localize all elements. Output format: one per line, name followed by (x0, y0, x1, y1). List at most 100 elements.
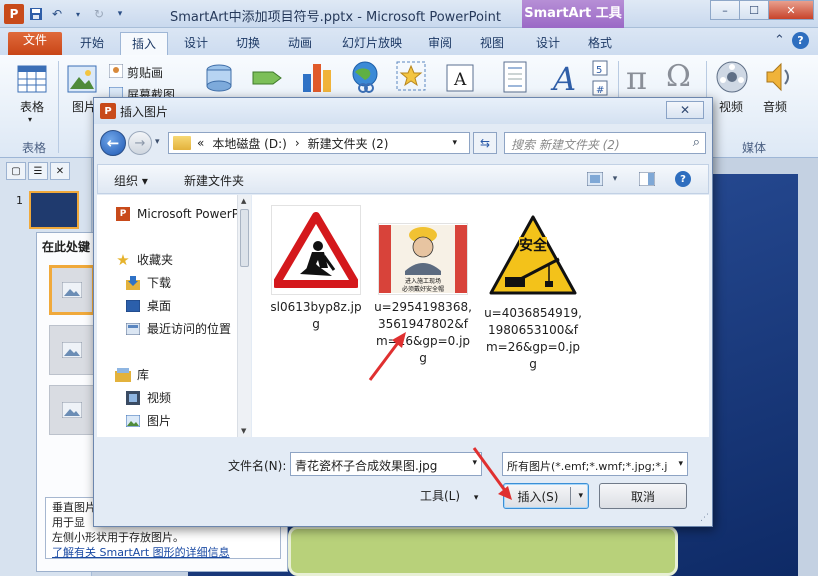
audio-icon[interactable] (760, 59, 796, 95)
hyperlink-icon[interactable] (348, 59, 382, 95)
shapes-icon[interactable] (250, 61, 284, 95)
nav-item-downloads[interactable]: 下载 (125, 274, 171, 291)
redo-icon[interactable]: ↻ (90, 5, 108, 23)
address-bar[interactable]: « 本地磁盘 (D:) › 新建文件夹 (2) ▾ (168, 132, 470, 154)
address-separator-icon[interactable]: › (295, 136, 300, 150)
datetime-icon[interactable]: 5 (590, 59, 610, 77)
search-input[interactable]: 搜索 新建文件夹 (2) ⌕ (504, 132, 706, 154)
insert-dropdown-icon[interactable]: ▾ (578, 491, 583, 501)
back-arrow-icon[interactable]: ← (100, 130, 126, 156)
table-dropdown-icon[interactable]: ▾ (28, 115, 32, 124)
close-pane-icon[interactable]: ✕ (50, 162, 70, 180)
slide-number-icon[interactable]: # (590, 79, 610, 97)
powerpoint-app-icon[interactable]: P (4, 4, 24, 24)
maximize-button[interactable]: ☐ (739, 0, 769, 20)
equation-icon[interactable]: π (626, 59, 647, 97)
smartart-picture-placeholder[interactable] (49, 265, 95, 315)
header-footer-icon[interactable] (500, 59, 530, 95)
view-dropdown-icon[interactable]: ▾ (606, 170, 624, 188)
symbol-icon[interactable]: Ω (666, 59, 691, 94)
help-button[interactable]: ? (792, 32, 809, 49)
tab-animations[interactable]: 动画 (278, 32, 322, 55)
smartart-picture-placeholder[interactable] (49, 385, 95, 435)
filetype-select[interactable]: 所有图片(*.emf;*.wmf;*.jpg;*.j ▾ (502, 452, 688, 476)
scroll-up-icon[interactable]: ▲ (241, 197, 246, 205)
nav-item-videos[interactable]: 视频 (125, 389, 171, 406)
scroll-down-icon[interactable]: ▼ (241, 427, 246, 435)
save-icon[interactable] (27, 5, 45, 23)
minimize-ribbon-icon[interactable]: ⌃ (774, 33, 785, 48)
filetype-dropdown-icon[interactable]: ▾ (678, 459, 683, 469)
nav-item-recent[interactable]: 最近访问的位置 (125, 320, 231, 337)
window-title: SmartArt中添加项目符号.pptx - Microsoft PowerPo… (170, 10, 501, 25)
tab-smartart-design[interactable]: 设计 (526, 32, 570, 55)
address-segment-drive[interactable]: 本地磁盘 (D:) (212, 135, 286, 152)
chart-icon[interactable] (300, 59, 334, 95)
new-folder-button[interactable]: 新建文件夹 (184, 172, 244, 189)
slides-tab-icon[interactable]: ▢ (6, 162, 26, 180)
video-icon[interactable] (714, 59, 750, 95)
clipart-label[interactable]: 剪贴画 (127, 64, 163, 81)
close-button[interactable]: ✕ (768, 0, 814, 20)
nav-item-favorites[interactable]: ★ 收藏夹 (115, 251, 173, 269)
dialog-close-button[interactable]: ✕ (666, 101, 704, 119)
file-item[interactable]: 进入施工现场 必须戴好安全帽 u=2954198368, 3561947802&f… (374, 223, 472, 367)
file-item[interactable]: sl0613byp8z.jp g (267, 205, 365, 333)
road-work-sign-thumbnail (271, 205, 361, 295)
organize-menu[interactable]: 组织 ▾ (114, 172, 148, 189)
address-segment-folder[interactable]: 新建文件夹 (2) (308, 135, 389, 152)
help-icon[interactable]: ? (674, 170, 692, 188)
cancel-button[interactable]: 取消 (599, 483, 687, 509)
navigation-scrollbar[interactable]: ▲ ▼ (237, 195, 251, 437)
view-options-icon[interactable] (586, 170, 604, 188)
search-icon[interactable]: ⌕ (693, 135, 700, 150)
nav-item-libraries[interactable]: 库 (115, 366, 149, 383)
action-icon[interactable] (394, 59, 428, 95)
tab-slideshow[interactable]: 幻灯片放映 (334, 32, 410, 55)
preview-pane-icon[interactable] (638, 170, 656, 188)
scrollbar-thumb[interactable] (240, 209, 249, 267)
forward-arrow-icon[interactable]: → (128, 131, 152, 155)
table-label[interactable]: 表格 (20, 98, 44, 115)
filename-dropdown-icon[interactable]: ▾ (472, 458, 477, 468)
tab-review[interactable]: 审阅 (420, 32, 460, 55)
textbox-icon[interactable]: A (444, 61, 476, 95)
tab-transitions[interactable]: 切换 (226, 32, 270, 55)
address-overflow[interactable]: « (197, 136, 204, 150)
resize-grip-icon[interactable]: ⋰ (700, 513, 709, 523)
customize-qat-icon[interactable]: ▾ (111, 5, 129, 23)
file-item[interactable]: 安全 u=4036854919, 1980653100&f m=26&gp=0.… (484, 211, 582, 373)
audio-label[interactable]: 音频 (763, 98, 787, 115)
recent-locations-dropdown-icon[interactable]: ▾ (155, 137, 160, 147)
wordart-icon[interactable]: A (548, 57, 582, 97)
album-icon[interactable] (202, 61, 236, 95)
tab-view[interactable]: 视图 (472, 32, 512, 55)
undo-dropdown-icon[interactable]: ▾ (69, 5, 87, 23)
outline-tab-icon[interactable]: ☰ (28, 162, 48, 180)
slide-thumbnail[interactable] (29, 191, 79, 229)
tab-design[interactable]: 设计 (174, 32, 218, 55)
minimize-button[interactable]: – (710, 0, 740, 20)
picture-icon[interactable] (66, 63, 98, 95)
nav-item-desktop[interactable]: 桌面 (125, 297, 171, 314)
tab-smartart-format[interactable]: 格式 (578, 32, 622, 55)
smartart-learn-more-link[interactable]: 了解有关 SmartArt 图形的详细信息 (52, 545, 274, 560)
refresh-icon[interactable]: ⇆ (473, 132, 497, 154)
table-icon[interactable] (16, 63, 48, 95)
smartart-tools-header: SmartArt 工具 (522, 0, 624, 28)
smartart-picture-placeholder[interactable] (49, 325, 95, 375)
nav-item-pictures[interactable]: 图片 (125, 412, 171, 429)
tools-menu[interactable]: 工具(L) ▾ (420, 487, 478, 504)
address-dropdown-icon[interactable]: ▾ (452, 138, 457, 148)
file-name-line: u=2954198368, (374, 300, 472, 314)
tab-insert[interactable]: 插入 (120, 32, 168, 55)
tab-home[interactable]: 开始 (70, 32, 114, 55)
smartart-shape[interactable] (288, 526, 678, 576)
tab-file[interactable]: 文件 (8, 32, 62, 55)
filename-input[interactable]: 青花瓷杯子合成效果图.jpg ▾ (290, 452, 482, 476)
undo-icon[interactable]: ↶ (48, 5, 66, 23)
video-label[interactable]: 视频 (719, 98, 743, 115)
insert-button[interactable]: 插入(S) ▾ (503, 483, 589, 509)
nav-item-powerpoint[interactable]: P Microsoft PowerP (115, 207, 239, 221)
clipart-icon[interactable] (108, 63, 124, 79)
